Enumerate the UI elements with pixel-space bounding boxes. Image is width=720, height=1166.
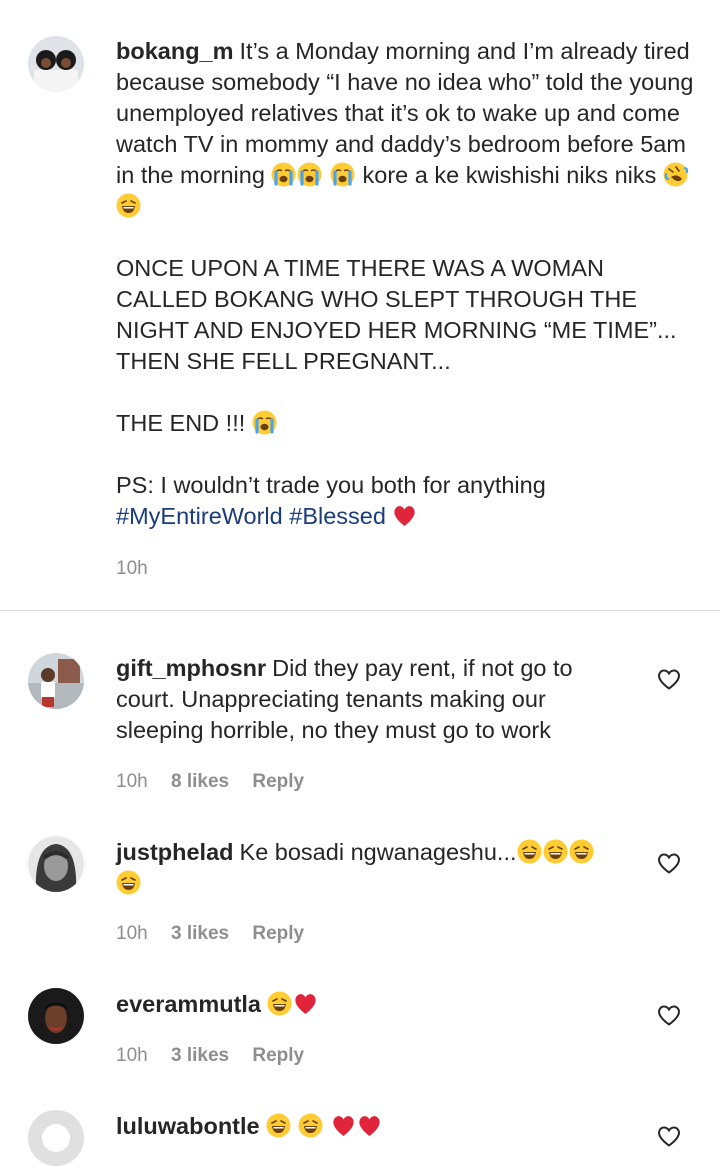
avatar[interactable] (28, 653, 84, 709)
comment-text: everammutla (116, 989, 616, 1020)
laughing-emoji (542, 839, 568, 864)
comment-username[interactable]: justphelad (116, 839, 234, 865)
crying-emoji (271, 162, 297, 187)
comment-username[interactable]: luluwabontle (116, 1113, 260, 1139)
laughing-emoji (116, 193, 141, 218)
crying-emoji (251, 410, 277, 435)
comment-text: luluwabontle (116, 1111, 616, 1142)
avatar[interactable] (28, 36, 84, 92)
crying-emoji (297, 162, 323, 187)
hashtag-myentireworld[interactable]: #MyEntireWorld (116, 503, 283, 529)
heart-emoji (333, 1116, 354, 1136)
crying-emoji (329, 162, 355, 187)
avatar-image (28, 836, 84, 892)
heart-emoji (394, 506, 416, 526)
caption-timestamp: 10h (116, 558, 148, 579)
avatar[interactable] (28, 836, 84, 892)
caption-paragraph-4: PS: I wouldn’t trade you both for anythi… (116, 472, 546, 498)
caption-paragraph-3: THE END !!! (116, 410, 246, 436)
like-heart-icon[interactable] (656, 667, 682, 691)
laughing-emoji (116, 870, 141, 895)
comment-body: Ke bosadi ngwanageshu... (239, 839, 517, 865)
comment-likes[interactable]: 3 likes (171, 1045, 229, 1066)
laughing-emoji (267, 991, 292, 1016)
divider (0, 610, 720, 611)
caption-paragraph-1-tail: kore a ke kwishishi niks niks (362, 162, 657, 188)
caption-text: bokang_m It’s a Monday morning and I’m al… (116, 36, 701, 532)
comment-meta: 10h 3 likes Reply (116, 1045, 322, 1067)
laughing-emoji (568, 839, 594, 864)
comment-likes[interactable]: 3 likes (171, 923, 229, 944)
avatar[interactable] (28, 1110, 84, 1166)
avatar-image (28, 988, 84, 1044)
hashtag-blessed[interactable]: #Blessed (289, 503, 386, 529)
avatar-image (28, 36, 84, 92)
comment-timestamp: 10h (116, 1045, 148, 1066)
reply-button[interactable]: Reply (252, 771, 304, 792)
laughing-emoji (516, 839, 542, 864)
comment-username[interactable]: gift_mphosnr (116, 655, 266, 681)
comment-meta: 10h 8 likes Reply (116, 771, 322, 793)
rofl-emoji (662, 162, 688, 187)
reply-button[interactable]: Reply (252, 923, 304, 944)
default-avatar-icon (28, 1110, 84, 1166)
heart-emoji (295, 994, 316, 1014)
caption-paragraph-2: ONCE UPON A TIME THERE WAS A WOMAN CALLE… (116, 255, 677, 374)
comment-username[interactable]: everammutla (116, 991, 261, 1017)
comment-likes[interactable]: 8 likes (171, 771, 229, 792)
comment-timestamp: 10h (116, 771, 148, 792)
caption-username[interactable]: bokang_m (116, 38, 234, 64)
comment-meta: 10h 3 likes Reply (116, 923, 322, 945)
laughing-emoji (265, 1113, 291, 1138)
reply-button[interactable]: Reply (252, 1045, 304, 1066)
comment-timestamp: 10h (116, 923, 148, 944)
like-heart-icon[interactable] (656, 851, 682, 875)
avatar[interactable] (28, 988, 84, 1044)
comment-text: justphelad Ke bosadi ngwanageshu... (116, 837, 616, 899)
laughing-emoji (298, 1113, 324, 1138)
post-caption: bokang_m It’s a Monday morning and I’m al… (0, 0, 720, 610)
like-heart-icon[interactable] (656, 1003, 682, 1027)
like-heart-icon[interactable] (656, 1124, 682, 1148)
comment-text: gift_mphosnr Did they pay rent, if not go… (116, 653, 616, 746)
avatar-image (28, 653, 84, 709)
heart-emoji (359, 1116, 380, 1136)
